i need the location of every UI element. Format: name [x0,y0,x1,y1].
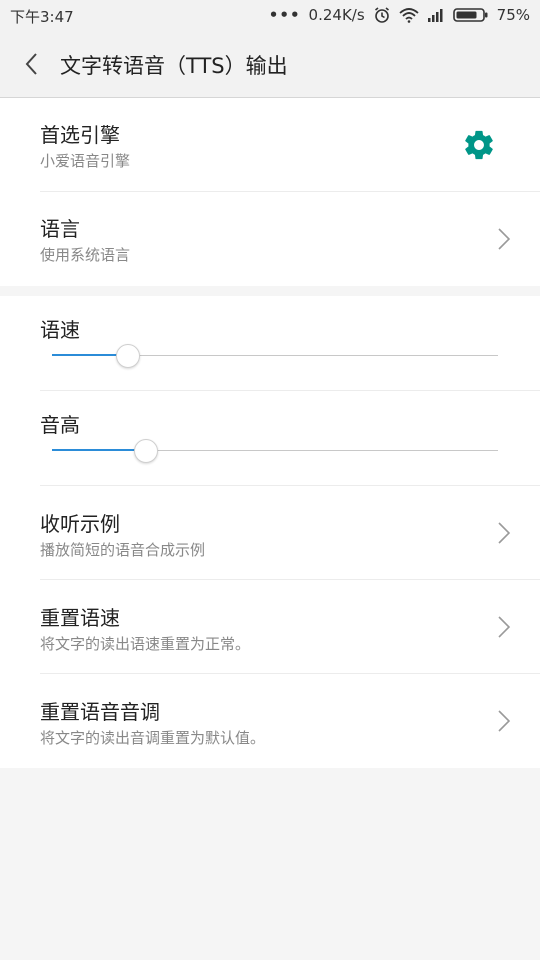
slider-thumb[interactable] [116,344,140,368]
chevron-left-icon [25,53,37,75]
reset-pitch-summary: 将文字的读出音调重置为默认值。 [40,729,266,747]
preferred-engine-summary: 小爱语音引擎 [40,152,131,170]
reset-pitch-label: 重置语音音调 [40,700,160,724]
chevron-right-icon [498,228,511,250]
listen-example-label: 收听示例 [40,512,120,536]
reset-pitch-row[interactable]: 重置语音音调 将文字的读出音调重置为默认值。 [0,674,540,768]
page-title: 文字转语音（TTS）输出 [60,54,288,78]
gear-icon[interactable] [462,128,496,162]
alarm-icon [373,6,391,24]
battery-icon [452,7,489,23]
chevron-right-icon [498,616,511,638]
preferred-engine-label: 首选引擎 [40,123,120,147]
listen-example-row[interactable]: 收听示例 播放简短的语音合成示例 [0,486,540,580]
pitch-slider[interactable] [52,436,498,466]
language-label: 语言 [40,217,80,241]
slider-fill [52,449,146,451]
signal-icon [427,7,445,23]
reset-rate-label: 重置语速 [40,606,120,630]
status-icons: ••• 0.24K/s 75% [269,6,530,24]
language-summary: 使用系统语言 [40,246,131,264]
pitch-label: 音高 [40,413,80,437]
dots-icon: ••• [268,6,301,24]
preferred-engine-row[interactable]: 首选引擎 小爱语音引擎 [0,98,540,192]
language-row[interactable]: 语言 使用系统语言 [0,192,540,286]
pitch-row: 音高 [0,391,540,485]
chevron-right-icon [498,522,511,544]
engine-section: 首选引擎 小爱语音引擎 语言 使用系统语言 [0,98,540,286]
reset-rate-row[interactable]: 重置语速 将文字的读出语速重置为正常。 [0,580,540,674]
slider-thumb[interactable] [134,439,158,463]
status-time: 下午3:47 [10,8,74,26]
status-bar: 下午3:47 ••• 0.24K/s 75% [0,0,540,32]
speech-rate-slider[interactable] [52,341,498,371]
battery-percent: 75% [496,6,530,24]
chevron-right-icon [498,710,511,732]
speech-rate-row: 语速 [0,296,540,390]
listen-example-summary: 播放简短的语音合成示例 [40,541,206,559]
back-button[interactable] [18,50,46,78]
speech-rate-label: 语速 [40,318,80,342]
voice-section: 语速 音高 收听示例 播放简短的语音合成示例 重置语速 将文字的读出语速重置为正… [0,296,540,768]
app-bar: 文字转语音（TTS）输出 [0,32,540,98]
wifi-icon [399,7,419,23]
reset-rate-summary: 将文字的读出语速重置为正常。 [40,635,251,653]
network-speed: 0.24K/s [308,6,365,24]
